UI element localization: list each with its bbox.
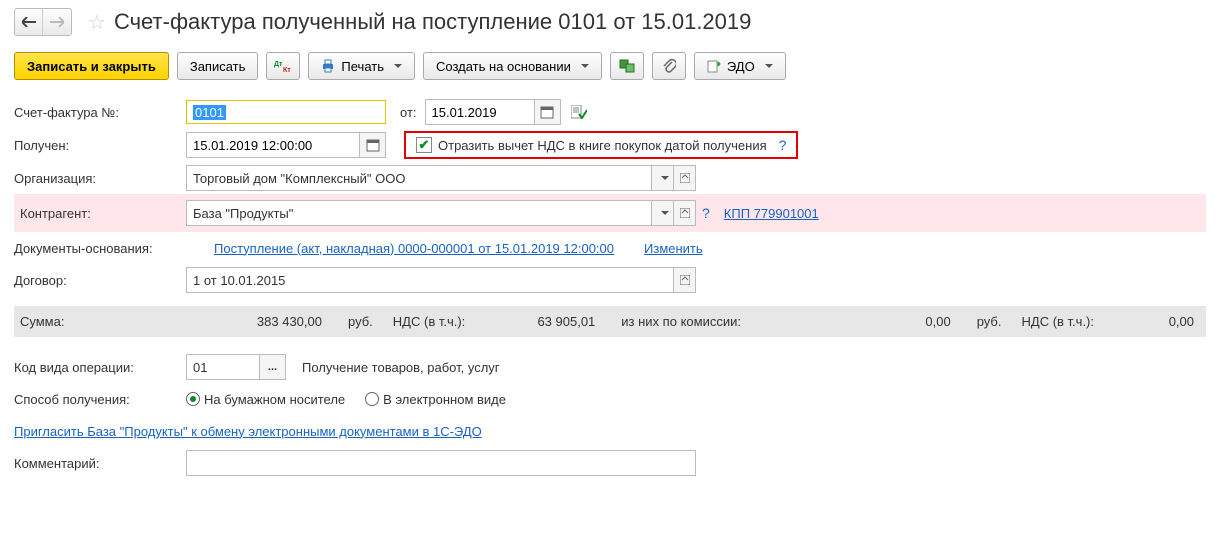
basis-label: Документы-основания: <box>14 241 214 256</box>
counterparty-input[interactable]: База "Продукты" <box>187 201 651 225</box>
paperclip-icon <box>662 58 676 74</box>
attach-button[interactable] <box>652 52 686 80</box>
edo-icon <box>707 59 721 73</box>
help-icon[interactable]: ? <box>779 137 787 153</box>
save-close-label: Записать и закрыть <box>27 59 156 74</box>
reflect-vat-label: Отразить вычет НДС в книге покупок датой… <box>438 138 767 153</box>
contract-label: Договор: <box>14 273 186 288</box>
nav-buttons <box>14 8 72 36</box>
from-date-input[interactable] <box>425 99 535 125</box>
method-paper-radio[interactable]: На бумажном носителе <box>186 392 345 407</box>
favorite-star-icon[interactable]: ☆ <box>88 10 106 35</box>
postings-button[interactable]: ДтКт <box>266 52 300 80</box>
chevron-down-icon <box>394 64 402 68</box>
method-paper-label: На бумажном носителе <box>204 392 345 407</box>
sum-label: Сумма: <box>20 314 192 329</box>
method-label: Способ получения: <box>14 392 186 407</box>
sum-value: 383 430,00 <box>212 314 322 329</box>
from-label: от: <box>400 105 417 120</box>
arrow-right-icon <box>50 17 64 27</box>
document-ok-icon[interactable] <box>571 105 587 119</box>
open-button[interactable] <box>673 166 695 190</box>
checkmark-icon: ✔ <box>419 137 430 153</box>
chevron-down-icon <box>661 176 669 180</box>
vat2-label: НДС (в т.ч.): <box>1022 314 1095 329</box>
edo-button[interactable]: ЭДО <box>694 52 786 80</box>
dt-kt-icon: ДтКт <box>274 59 292 73</box>
op-code-label: Код вида операции: <box>14 360 186 375</box>
radio-icon <box>186 392 200 406</box>
counterparty-label: Контрагент: <box>14 206 186 221</box>
op-code-input[interactable]: 01 <box>187 355 259 379</box>
rub-label: руб. <box>977 314 1002 329</box>
calendar-icon <box>540 105 554 119</box>
invoice-no-input[interactable]: 0101 <box>186 100 386 124</box>
print-button[interactable]: Печать <box>308 52 415 80</box>
change-link[interactable]: Изменить <box>644 241 703 256</box>
toolbar: Записать и закрыть Записать ДтКт Печать … <box>14 52 1206 80</box>
comment-input[interactable] <box>186 450 696 476</box>
create-based-button[interactable]: Создать на основании <box>423 52 602 80</box>
related-icon <box>619 59 635 73</box>
sums-panel: Сумма: 383 430,00 руб. НДС (в т.ч.): 63 … <box>14 306 1206 337</box>
chevron-down-icon <box>661 211 669 215</box>
back-button[interactable] <box>15 9 43 35</box>
reflect-vat-checkbox[interactable]: ✔ <box>416 137 432 153</box>
save-button[interactable]: Записать <box>177 52 259 80</box>
method-electronic-radio[interactable]: В электронном виде <box>365 392 506 407</box>
kpp-link[interactable]: КПП 779901001 <box>724 206 819 221</box>
commission-value: 0,00 <box>891 314 951 329</box>
received-label: Получен: <box>14 138 186 153</box>
open-icon <box>680 208 690 218</box>
related-button[interactable] <box>610 52 644 80</box>
received-input[interactable] <box>186 132 360 158</box>
chevron-down-icon <box>581 64 589 68</box>
op-code-choose-button[interactable]: ... <box>259 355 285 379</box>
vat2-value: 0,00 <box>1114 314 1194 329</box>
comment-label: Комментарий: <box>14 456 186 471</box>
calendar-button[interactable] <box>360 132 386 158</box>
save-label: Записать <box>190 59 246 74</box>
printer-icon <box>321 59 335 73</box>
svg-text:Дт: Дт <box>274 61 283 68</box>
open-button[interactable] <box>673 201 695 225</box>
calendar-button[interactable] <box>535 99 561 125</box>
edo-label: ЭДО <box>727 59 755 74</box>
invoice-no-value: 0101 <box>193 105 226 120</box>
invite-edo-link[interactable]: Пригласить База "Продукты" к обмену элек… <box>14 424 482 439</box>
vat-label: НДС (в т.ч.): <box>393 314 466 329</box>
print-label: Печать <box>341 59 384 74</box>
page-title: Счет-фактура полученный на поступление 0… <box>114 9 751 35</box>
forward-button[interactable] <box>43 9 71 35</box>
calendar-icon <box>366 138 380 152</box>
vat-value: 63 905,01 <box>485 314 595 329</box>
basis-doc-link[interactable]: Поступление (акт, накладная) 0000-000001… <box>214 241 614 256</box>
chevron-down-icon <box>765 64 773 68</box>
op-code-desc: Получение товаров, работ, услуг <box>302 360 500 375</box>
open-button[interactable] <box>673 268 695 292</box>
open-icon <box>680 275 690 285</box>
create-based-label: Создать на основании <box>436 59 571 74</box>
commission-label: из них по комиссии: <box>621 314 741 329</box>
dropdown-button[interactable] <box>651 201 673 225</box>
svg-text:Кт: Кт <box>283 67 291 73</box>
radio-icon <box>365 392 379 406</box>
method-electronic-label: В электронном виде <box>383 392 506 407</box>
invoice-no-label: Счет-фактура №: <box>14 105 186 120</box>
contract-input[interactable]: 1 от 10.01.2015 <box>187 268 673 292</box>
rub-label: руб. <box>348 314 373 329</box>
open-icon <box>680 173 690 183</box>
org-input[interactable]: Торговый дом "Комплексный" ООО <box>187 166 651 190</box>
org-label: Организация: <box>14 171 186 186</box>
dropdown-button[interactable] <box>651 166 673 190</box>
reflect-vat-highlight: ✔ Отразить вычет НДС в книге покупок дат… <box>404 131 798 159</box>
arrow-left-icon <box>22 17 36 27</box>
save-close-button[interactable]: Записать и закрыть <box>14 52 169 80</box>
help-icon[interactable]: ? <box>702 205 710 221</box>
